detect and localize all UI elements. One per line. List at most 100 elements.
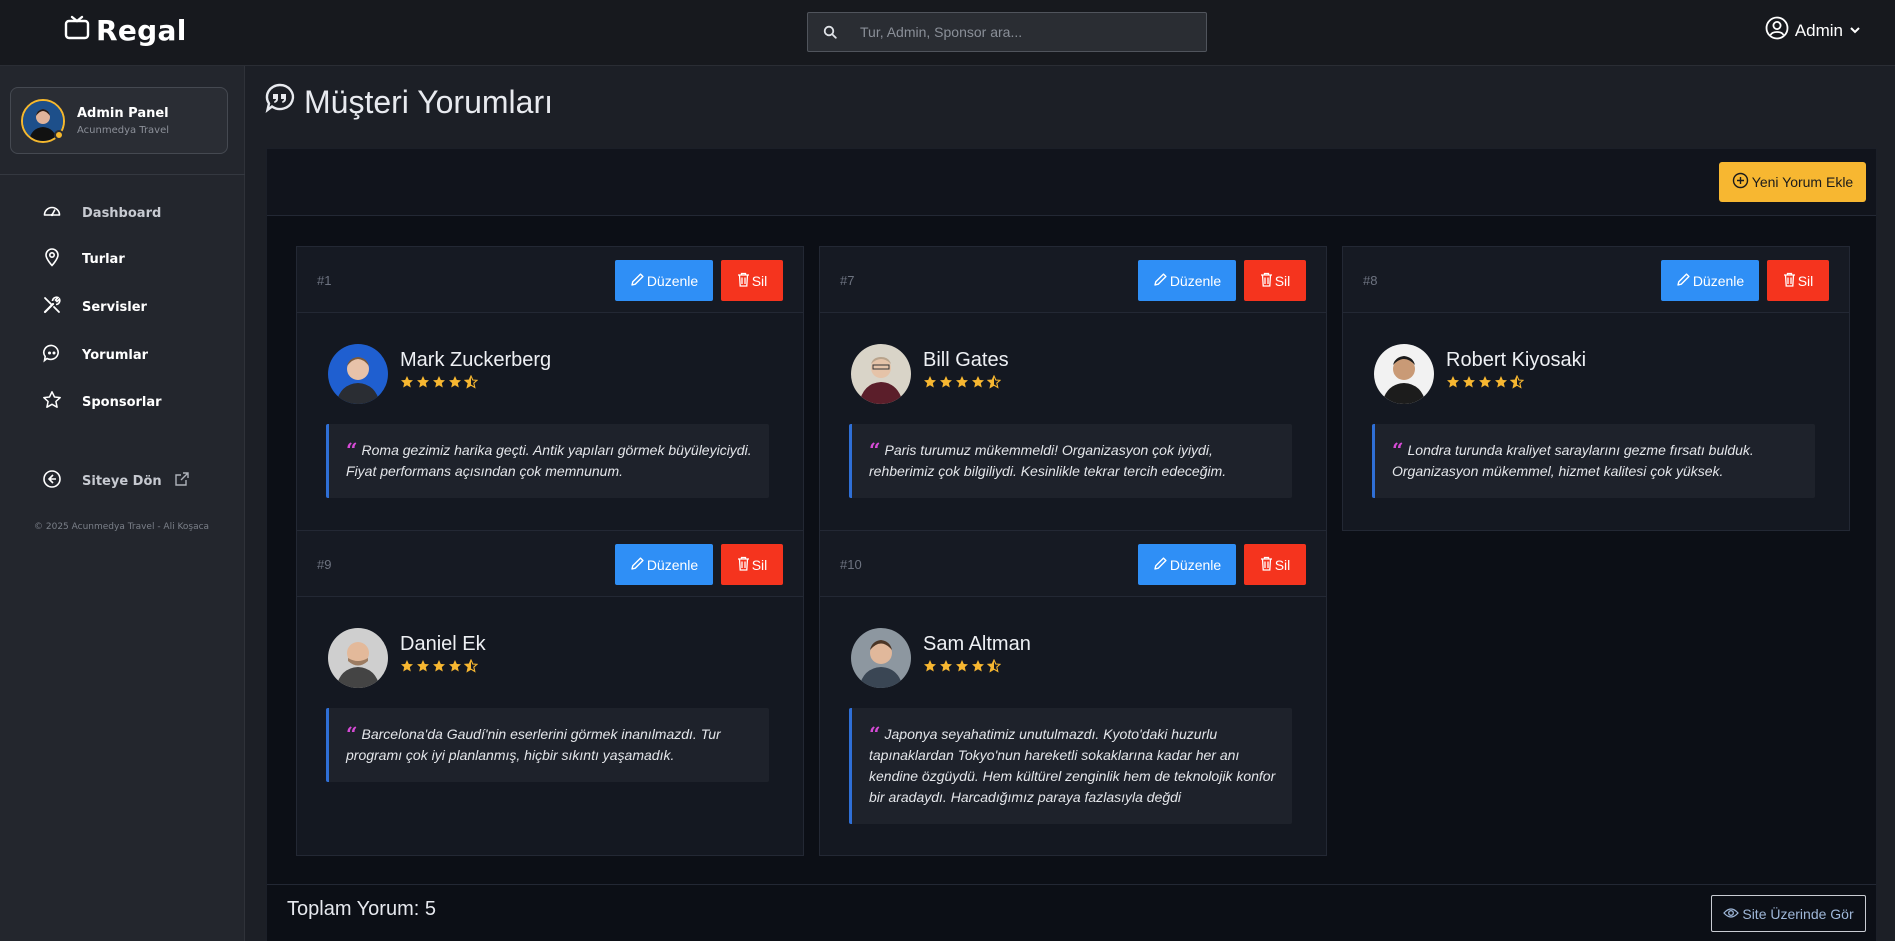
- star-icon: [432, 375, 446, 394]
- star-icon: [448, 375, 462, 394]
- star-icon: [923, 659, 937, 678]
- edit-button[interactable]: Düzenle: [1138, 544, 1236, 585]
- reviewer-name: Robert Kiyosaki: [1446, 349, 1587, 371]
- delete-button[interactable]: Sil: [721, 544, 783, 585]
- star-icon: [923, 375, 937, 394]
- star-icon: [1478, 375, 1492, 394]
- reviewer-avatar: [328, 628, 388, 688]
- card-header: #8 Düzenle Sil: [1343, 247, 1849, 313]
- sidebar-item-yorumlar[interactable]: Yorumlar: [42, 343, 148, 367]
- add-review-label: Yeni Yorum Ekle: [1751, 174, 1854, 190]
- delete-label: Sil: [751, 272, 768, 289]
- chevron-down-icon: [1849, 21, 1861, 41]
- reviewer: Robert Kiyosaki: [1374, 344, 1586, 404]
- page-title-text: Müşteri Yorumları: [304, 83, 553, 120]
- review-text: Japonya seyahatimiz unutulmazdı. Kyoto'd…: [869, 726, 1276, 805]
- sidebar-item-dashboard[interactable]: Dashboard: [42, 201, 161, 225]
- reviewer-avatar: [1374, 344, 1434, 404]
- trash-icon: [1260, 556, 1273, 574]
- star-half-icon: [986, 374, 1002, 394]
- star-rating: [923, 374, 1009, 394]
- view-on-site-label: Site Üzerinde Gör: [1742, 905, 1854, 922]
- trash-icon: [1260, 272, 1273, 290]
- review-quote: “Paris turumuz mükemmeldi! Organizasyon …: [849, 424, 1292, 498]
- sidebar-item-sponsorlar[interactable]: Sponsorlar: [42, 390, 162, 414]
- brand-name: Regal: [96, 14, 187, 47]
- delete-label: Sil: [1797, 272, 1814, 289]
- sidebar-item-back-to-site[interactable]: Siteye Dön: [42, 469, 190, 493]
- star-icon: [955, 375, 969, 394]
- main-content: Müşteri Yorumları Yeni Yorum Ekle #1 Düz…: [246, 66, 1895, 941]
- search-input[interactable]: [852, 24, 1206, 40]
- profile-card[interactable]: Admin Panel Acunmedya Travel: [10, 87, 228, 154]
- sidebar-item-servisler[interactable]: Servisler: [42, 295, 147, 319]
- delete-button[interactable]: Sil: [721, 260, 783, 301]
- delete-label: Sil: [751, 556, 768, 573]
- edit-button[interactable]: Düzenle: [1138, 260, 1236, 301]
- review-id: #9: [317, 557, 332, 572]
- star-icon: [1494, 375, 1508, 394]
- card-header: #9 Düzenle Sil: [297, 531, 803, 597]
- star-half-icon: [463, 374, 479, 394]
- sidebar-item-turlar[interactable]: Turlar: [42, 247, 125, 271]
- pencil-icon: [1153, 556, 1168, 574]
- star-rating: [400, 658, 486, 678]
- edit-button[interactable]: Düzenle: [615, 544, 713, 585]
- reviewer-avatar: [851, 344, 911, 404]
- edit-button[interactable]: Düzenle: [615, 260, 713, 301]
- reviewer: Bill Gates: [851, 344, 1009, 404]
- star-icon: [971, 375, 985, 394]
- pencil-icon: [630, 272, 645, 290]
- star-icon: [448, 659, 462, 678]
- edit-label: Düzenle: [1169, 556, 1222, 573]
- review-quote: “Londra turunda kraliyet saraylarını gez…: [1372, 424, 1815, 498]
- trash-icon: [1783, 272, 1796, 290]
- star-icon: [955, 659, 969, 678]
- search-box[interactable]: [807, 12, 1207, 52]
- user-circle-icon: [1765, 16, 1789, 45]
- star-outline-icon: [42, 390, 62, 414]
- review-id: #8: [1363, 273, 1378, 288]
- delete-button[interactable]: Sil: [1767, 260, 1829, 301]
- card-header: #10 Düzenle Sil: [820, 531, 1326, 597]
- reviews-panel: Yeni Yorum Ekle #1 Düzenle Sil Mark Zuck…: [266, 148, 1877, 941]
- external-link-icon: [174, 471, 190, 491]
- user-menu[interactable]: Admin: [1765, 16, 1861, 45]
- review-text: Paris turumuz mükemmeldi! Organizasyon ç…: [869, 442, 1227, 479]
- review-text: Roma gezimiz harika geçti. Antik yapılar…: [346, 442, 752, 479]
- total-reviews: Toplam Yorum: 5: [287, 898, 436, 920]
- reviewer: Sam Altman: [851, 628, 1031, 688]
- reviewer-name: Sam Altman: [923, 633, 1031, 655]
- edit-label: Düzenle: [646, 556, 699, 573]
- star-rating: [923, 658, 1031, 678]
- plus-circle-icon: [1732, 172, 1749, 192]
- quote-icon: “: [869, 438, 881, 462]
- review-quote: “Roma gezimiz harika geçti. Antik yapıla…: [326, 424, 769, 498]
- quote-icon: “: [869, 722, 881, 746]
- delete-button[interactable]: Sil: [1244, 260, 1306, 301]
- trash-icon: [737, 556, 750, 574]
- star-icon: [416, 659, 430, 678]
- sidebar: Admin Panel Acunmedya Travel Dashboard T…: [0, 66, 245, 941]
- profile-title: Admin Panel: [77, 105, 169, 121]
- pencil-icon: [1676, 272, 1691, 290]
- brand-logo[interactable]: Regal: [64, 14, 187, 47]
- star-half-icon: [1509, 374, 1525, 394]
- review-id: #7: [840, 273, 855, 288]
- search-icon: [808, 25, 852, 39]
- trash-icon: [737, 272, 750, 290]
- sidebar-item-label: Yorumlar: [82, 347, 149, 363]
- view-on-site-button[interactable]: Site Üzerinde Gör: [1711, 895, 1866, 932]
- user-name: Admin: [1794, 20, 1843, 40]
- edit-label: Düzenle: [646, 272, 699, 289]
- add-review-button[interactable]: Yeni Yorum Ekle: [1719, 162, 1866, 202]
- delete-button[interactable]: Sil: [1244, 544, 1306, 585]
- star-icon: [939, 375, 953, 394]
- reviewer-name: Bill Gates: [923, 349, 1009, 371]
- online-status-dot: [54, 130, 64, 140]
- tv-icon: [64, 15, 90, 46]
- pencil-icon: [1153, 272, 1168, 290]
- sidebar-item-label: Siteye Dön: [82, 473, 162, 489]
- edit-button[interactable]: Düzenle: [1661, 260, 1759, 301]
- review-id: #1: [317, 273, 332, 288]
